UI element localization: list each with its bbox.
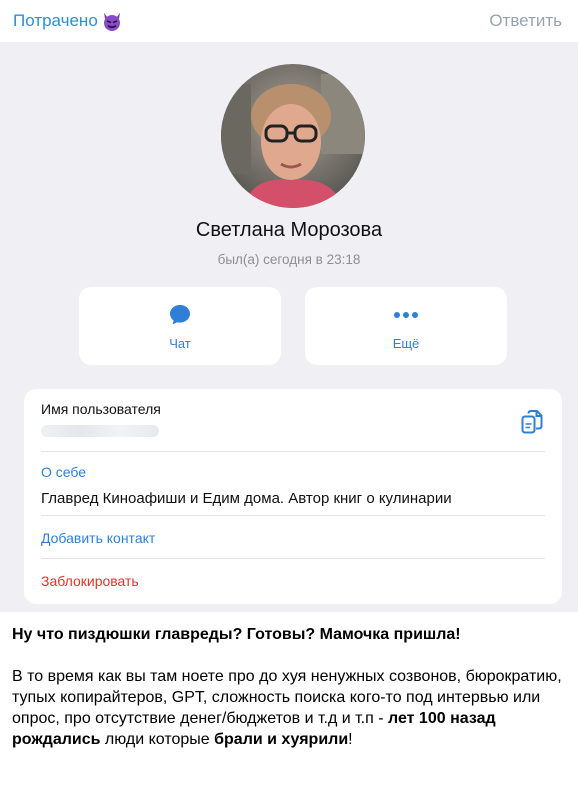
reply-button[interactable]: Ответить bbox=[489, 11, 562, 31]
message-headline: Ну что пиздюшки главреды? Готовы? Мамочк… bbox=[12, 626, 461, 643]
divider bbox=[41, 558, 545, 559]
last-seen-status: был(а) сегодня в 23:18 bbox=[217, 252, 361, 267]
username-value-redacted bbox=[41, 425, 159, 437]
chat-bubble-icon bbox=[168, 303, 192, 332]
more-button[interactable]: Ещё bbox=[305, 287, 507, 365]
divider bbox=[41, 451, 545, 452]
channel-name[interactable]: Потрачено bbox=[13, 10, 123, 32]
about-label: О себе bbox=[41, 464, 87, 480]
message-body-part: ! bbox=[348, 731, 353, 748]
message-text: Ну что пиздюшки главреды? Готовы? Мамочк… bbox=[12, 624, 567, 750]
top-bar: Потрачено Ответить bbox=[0, 0, 578, 43]
message-body-bold: брали и хуярили bbox=[214, 731, 349, 748]
add-contact-button[interactable]: Добавить контакт bbox=[41, 530, 155, 546]
devil-emoji-icon bbox=[101, 10, 123, 32]
about-text: Главред Киноафиши и Едим дома. Автор кни… bbox=[41, 490, 452, 507]
profile-card: Светлана Морозова был(а) сегодня в 23:18… bbox=[0, 42, 578, 612]
profile-info-list: Имя пользователя О себе Главред Киноафиш… bbox=[24, 389, 562, 604]
block-user-button[interactable]: Заблокировать bbox=[41, 573, 139, 589]
copy-icon[interactable] bbox=[520, 409, 544, 440]
message-body: В то время как вы там ноете про до хуя н… bbox=[12, 666, 567, 750]
avatar[interactable] bbox=[221, 64, 365, 208]
message-body-part: люди которые bbox=[100, 731, 215, 748]
more-button-label: Ещё bbox=[392, 336, 420, 351]
channel-name-label: Потрачено bbox=[13, 11, 98, 30]
chat-button-label: Чат bbox=[169, 336, 191, 351]
profile-name: Светлана Морозова bbox=[195, 219, 383, 241]
more-dots-icon bbox=[392, 303, 420, 332]
chat-button[interactable]: Чат bbox=[79, 287, 281, 365]
divider bbox=[41, 515, 545, 516]
username-label: Имя пользователя bbox=[41, 401, 161, 417]
